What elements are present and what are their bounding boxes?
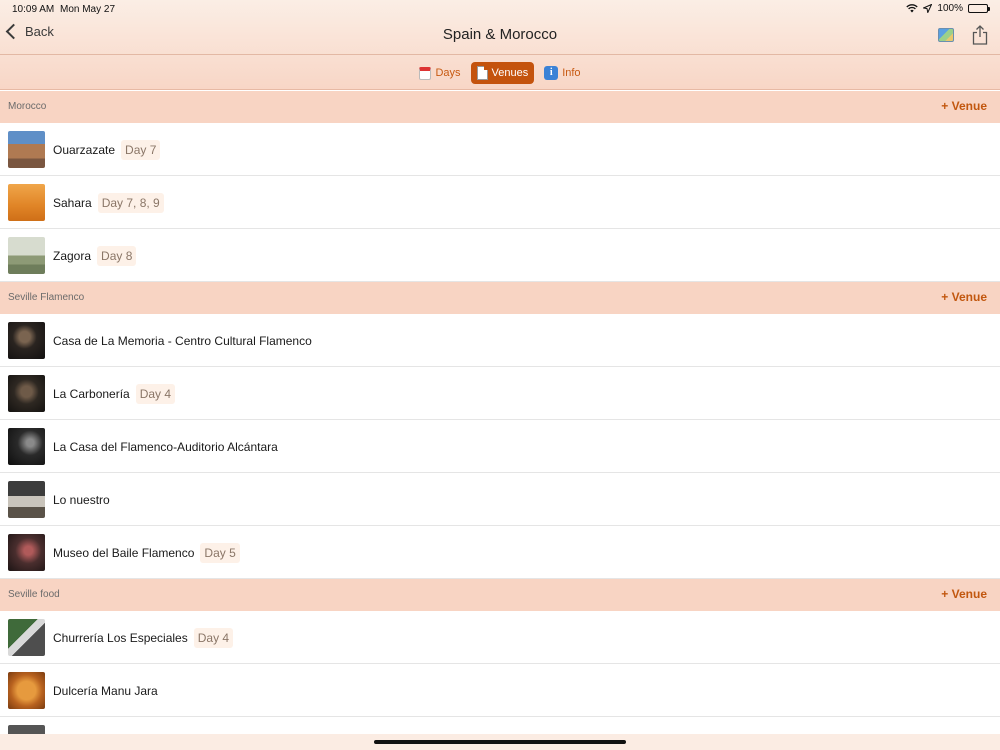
venue-thumbnail — [8, 184, 45, 221]
segmented-control: Days Venues i Info — [0, 62, 1000, 84]
tab-venues-label: Venues — [491, 67, 529, 79]
list-item[interactable]: Zagora Day 8 — [0, 229, 1000, 282]
share-icon[interactable] — [972, 25, 988, 45]
venue-list: Morocco + Venue Ouarzazate Day 7 Sahara Da… — [0, 91, 1000, 750]
venue-thumbnail — [8, 534, 45, 571]
list-item[interactable]: Churrería Los Especiales Day 4 — [0, 611, 1000, 664]
day-badge: Day 5 — [200, 542, 240, 563]
venue-name: Lo nuestro — [53, 492, 110, 507]
document-icon — [476, 66, 488, 80]
section-title: Morocco — [8, 101, 47, 112]
day-badge: Day 7, 8, 9 — [97, 192, 164, 213]
nav-actions — [938, 25, 988, 45]
venue-thumbnail — [8, 237, 45, 274]
section-header-seville-food: Seville food + Venue — [0, 579, 1000, 611]
day-badge: Day 7 — [121, 139, 161, 160]
top-bar: 10:09 AM Mon May 27 100% Back Spain & Mo… — [0, 0, 1000, 90]
tab-venues[interactable]: Venues — [470, 62, 535, 84]
venue-name: Dulcería Manu Jara — [53, 683, 158, 698]
add-venue-button[interactable]: + Venue — [941, 99, 987, 113]
list-item[interactable]: Sahara Day 7, 8, 9 — [0, 176, 1000, 229]
venue-name: Zagora — [53, 248, 92, 263]
status-date: Mon May 27 — [60, 4, 116, 15]
list-item[interactable]: La Carbonería Day 4 — [0, 367, 1000, 420]
venue-name: Churrería Los Especiales — [53, 630, 188, 645]
tab-info[interactable]: i Info — [538, 62, 586, 84]
map-icon[interactable] — [938, 28, 954, 42]
location-icon — [923, 4, 933, 13]
wifi-icon — [906, 4, 919, 13]
status-time: 10:09 AM — [12, 4, 55, 15]
venue-name: La Casa del Flamenco-Auditorio Alcántara — [53, 439, 278, 454]
venue-name: Casa de La Memoria - Centro Cultural Fla… — [53, 333, 312, 348]
list-item[interactable]: Ouarzazate Day 7 — [0, 123, 1000, 176]
venue-thumbnail — [8, 428, 45, 465]
day-badge: Day 4 — [135, 383, 176, 404]
add-venue-button[interactable]: + Venue — [941, 587, 987, 601]
day-badge: Day 8 — [97, 245, 137, 266]
list-item[interactable]: La Casa del Flamenco-Auditorio Alcántara — [0, 420, 1000, 473]
venue-name: Museo del Baile Flamenco — [53, 545, 195, 560]
navigation-bar: Back Spain & Morocco — [0, 18, 1000, 55]
tab-info-label: Info — [562, 67, 581, 79]
calendar-icon — [419, 66, 432, 80]
tab-days-label: Days — [435, 67, 461, 79]
battery-icon — [968, 4, 990, 13]
list-item[interactable]: Dulcería Manu Jara — [0, 664, 1000, 717]
section-header-seville-flamenco: Seville Flamenco + Venue — [0, 282, 1000, 314]
venue-name: Ouarzazate — [53, 142, 116, 157]
status-right: 100% — [906, 3, 990, 14]
day-badge: Day 4 — [193, 627, 234, 648]
venue-thumbnail — [8, 619, 45, 656]
section-title: Seville food — [8, 589, 60, 600]
venue-thumbnail — [8, 322, 45, 359]
tab-days[interactable]: Days — [413, 62, 466, 84]
info-icon: i — [544, 66, 559, 80]
list-item[interactable]: Casa de La Memoria - Centro Cultural Fla… — [0, 314, 1000, 367]
venue-thumbnail — [8, 131, 45, 168]
venue-name: La Carbonería — [53, 386, 130, 401]
venue-name: Sahara — [53, 195, 92, 210]
battery-percent: 100% — [937, 3, 963, 14]
section-title: Seville Flamenco — [8, 292, 85, 303]
list-item[interactable]: Lo nuestro — [0, 473, 1000, 526]
venue-thumbnail — [8, 375, 45, 412]
add-venue-button[interactable]: + Venue — [941, 290, 987, 304]
venue-thumbnail — [8, 672, 45, 709]
section-header-morocco: Morocco + Venue — [0, 91, 1000, 123]
list-item[interactable]: Museo del Baile Flamenco Day 5 — [0, 526, 1000, 579]
venue-thumbnail — [8, 481, 45, 518]
page-title: Spain & Morocco — [442, 26, 558, 43]
home-indicator[interactable] — [374, 740, 626, 744]
status-bar: 10:09 AM Mon May 27 100% — [0, 0, 1000, 18]
